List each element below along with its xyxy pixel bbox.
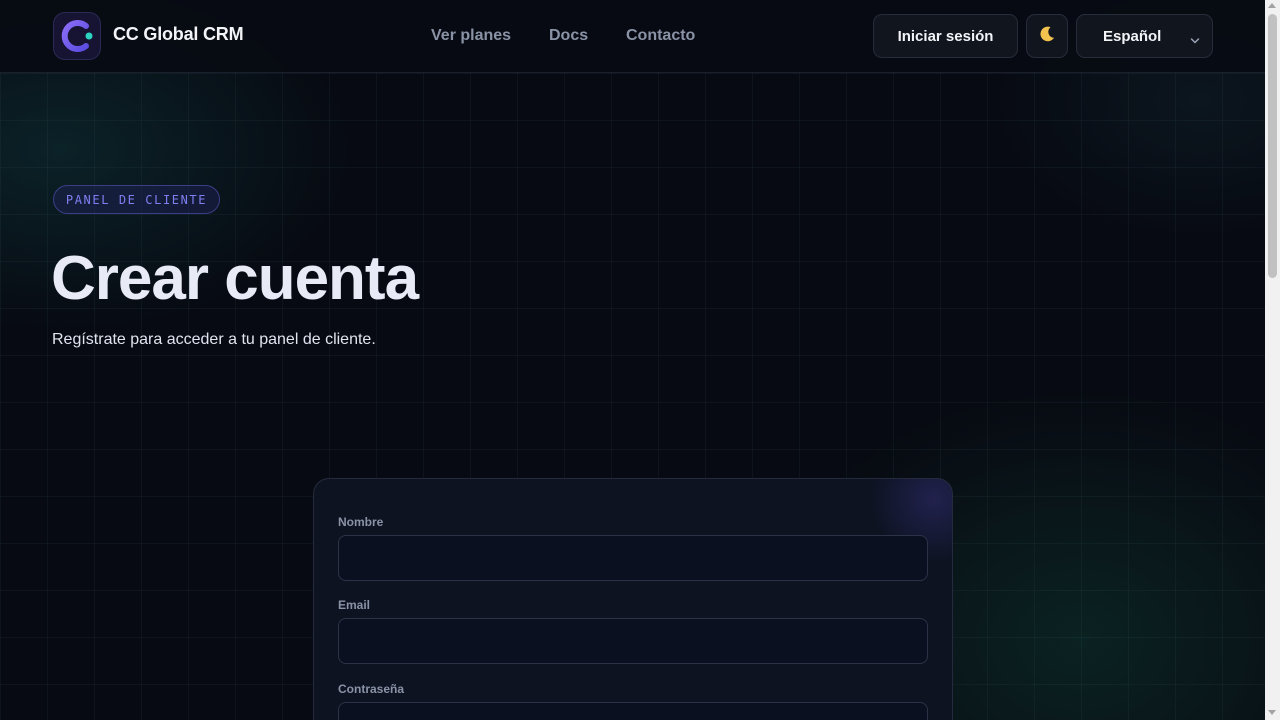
login-button[interactable]: Iniciar sesión [873, 14, 1018, 58]
page-title: Crear cuenta [51, 244, 419, 313]
signup-form-card: Nombre Email Contraseña [313, 478, 953, 720]
moon-icon [1037, 24, 1057, 49]
theme-toggle-button[interactable] [1026, 14, 1068, 58]
language-selected-label: Español [1103, 28, 1162, 45]
brand-name[interactable]: CC Global CRM [113, 24, 244, 45]
page-subtitle: Regístrate para acceder a tu panel de cl… [52, 331, 376, 348]
name-field-label: Nombre [338, 515, 384, 529]
crm-logo-icon[interactable] [53, 12, 101, 60]
nav-link-ver-planes[interactable]: Ver planes [431, 27, 511, 45]
nav-link-docs[interactable]: Docs [549, 27, 588, 45]
email-field-label: Email [338, 598, 371, 612]
top-navbar: CC Global CRM Ver planes Docs Contacto I… [0, 0, 1265, 73]
email-field[interactable] [338, 618, 928, 664]
scrollbar-thumb[interactable] [1268, 14, 1277, 278]
password-field[interactable] [338, 702, 928, 720]
password-field-label: Contraseña [338, 682, 405, 696]
language-select[interactable]: Español [1076, 14, 1213, 58]
panel-badge: PANEL DE CLIENTE [53, 185, 220, 214]
nav-link-contacto[interactable]: Contacto [626, 27, 695, 45]
chevron-down-icon [1190, 32, 1200, 50]
scroll-up-icon[interactable] [1268, 3, 1276, 8]
vertical-scrollbar[interactable] [1265, 0, 1280, 720]
name-field[interactable] [338, 535, 928, 581]
scroll-down-icon[interactable] [1268, 710, 1276, 715]
